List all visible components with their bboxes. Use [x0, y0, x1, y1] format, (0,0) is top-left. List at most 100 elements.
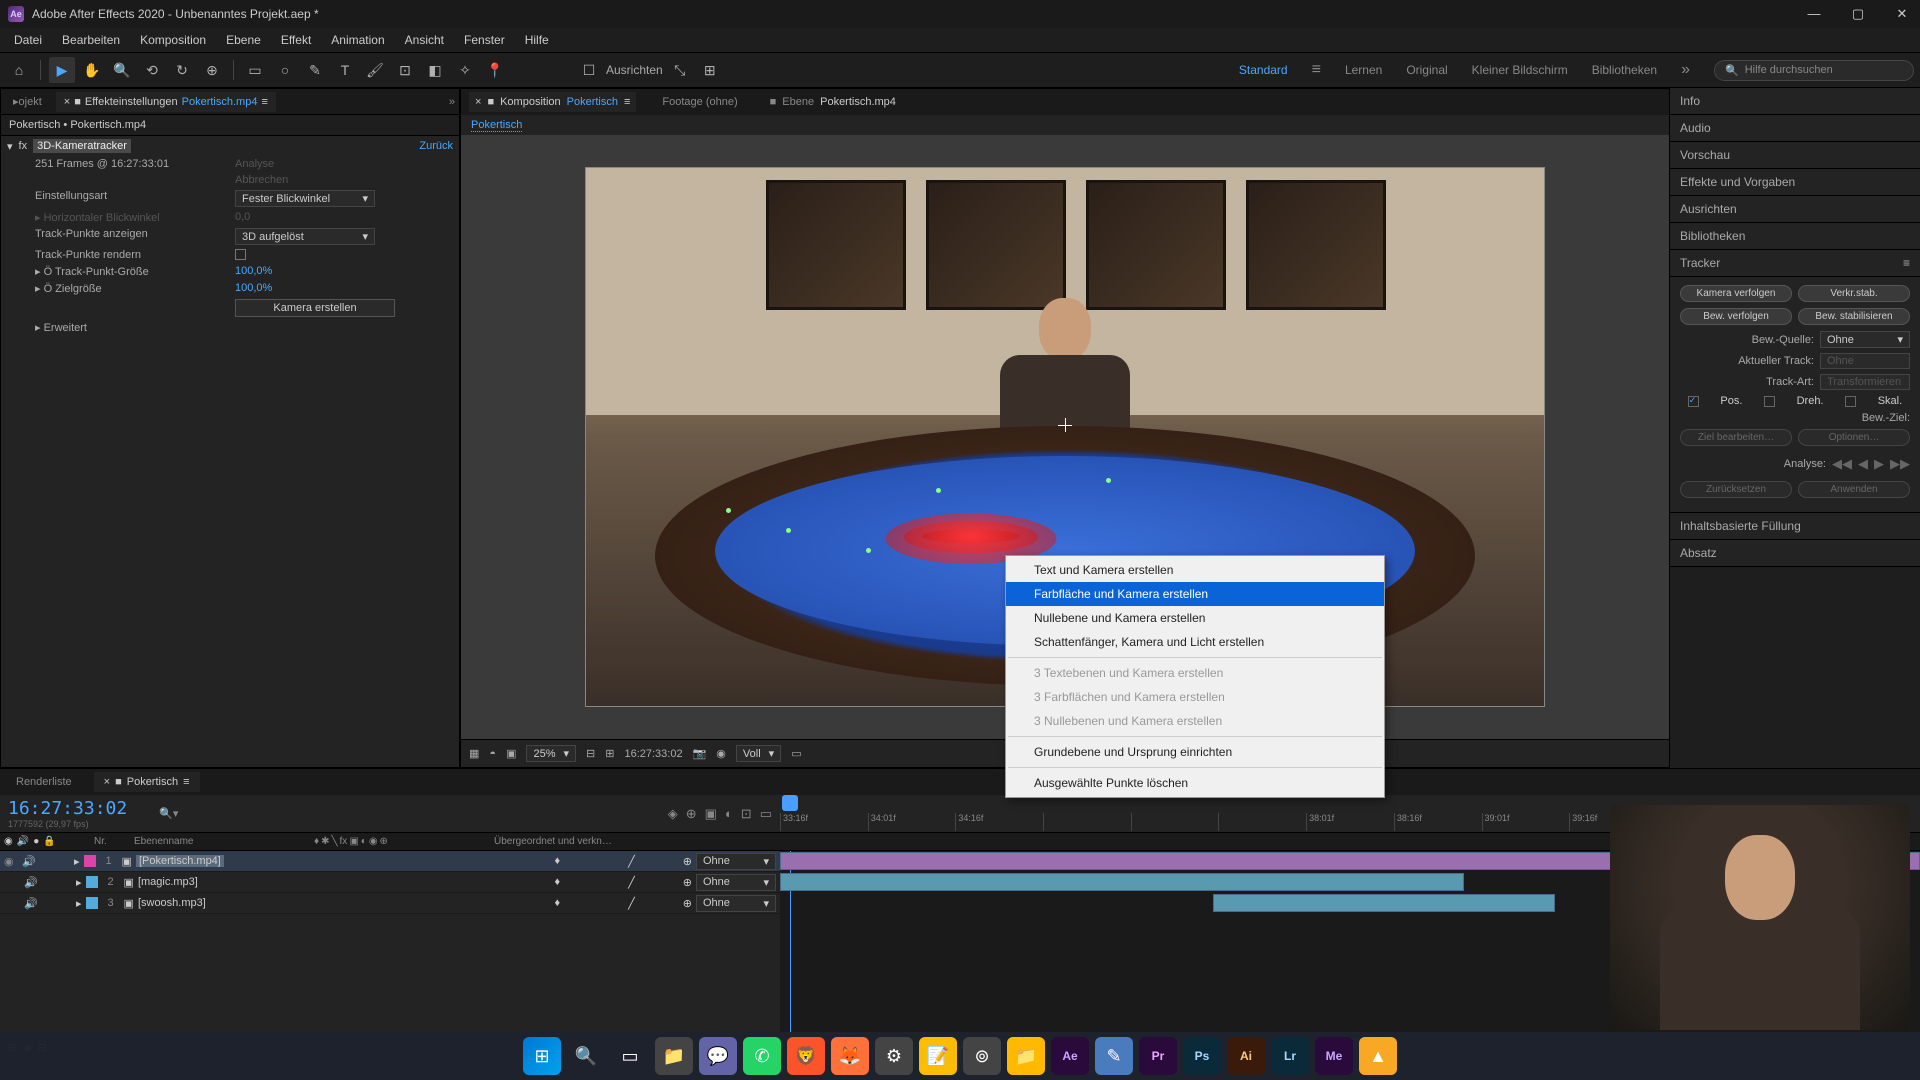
obs-taskbar[interactable]: ⊚ [963, 1037, 1001, 1075]
start-button[interactable]: ⊞ [523, 1037, 561, 1075]
trackpunkte-rendern-checkbox[interactable] [235, 249, 246, 260]
cm-farbflaeche-kamera[interactable]: Farbfläche und Kamera erstellen [1006, 582, 1384, 606]
app-taskbar-1[interactable]: ⚙ [875, 1037, 913, 1075]
brush-tool[interactable]: 🖌 [362, 57, 388, 83]
zoom-tool[interactable]: 🔍 [109, 57, 135, 83]
renderliste-tab[interactable]: Renderliste [6, 772, 82, 792]
audio-panel[interactable]: Audio [1670, 115, 1920, 142]
effect-controls-tab[interactable]: × ■ Effekteinstellungen Pokertisch.mp4 ≡ [56, 92, 276, 112]
timeline-timecode[interactable]: 16:27:33:02 [8, 798, 127, 819]
close-icon[interactable]: × [64, 96, 70, 108]
menu-ebene[interactable]: Ebene [216, 30, 271, 50]
minimize-button[interactable]: — [1804, 6, 1824, 22]
menu-animation[interactable]: Animation [321, 30, 394, 50]
einstellungsart-dropdown[interactable]: Fester Blickwinkel▾ [235, 190, 375, 207]
menu-ansicht[interactable]: Ansicht [395, 30, 454, 50]
tl-icon-3[interactable]: ▣ [705, 806, 717, 822]
ausrichten-panel[interactable]: Ausrichten [1670, 196, 1920, 223]
ae-taskbar[interactable]: Ae [1051, 1037, 1089, 1075]
layer-row-2[interactable]: 🔊 ▸ 2 ▣[magic.mp3] ♦╱ ⊕ Ohne▾ [0, 872, 780, 893]
timeline-comp-tab[interactable]: ×■Pokertisch≡ [94, 772, 200, 792]
puppet-tool[interactable]: 📍 [482, 57, 508, 83]
workspace-original[interactable]: Original [1406, 63, 1447, 77]
playhead-icon[interactable] [782, 795, 798, 811]
menu-hilfe[interactable]: Hilfe [515, 30, 559, 50]
fx-icon[interactable]: fx [19, 140, 28, 152]
layer-row-3[interactable]: 🔊 ▸ 3 ▣[swoosh.mp3] ♦╱ ⊕ Ohne▾ [0, 893, 780, 914]
menu-effekt[interactable]: Effekt [271, 30, 321, 50]
comp-tab-ebene[interactable]: ■Ebene Pokertisch.mp4 [764, 92, 902, 112]
rotate-tool[interactable]: ↻ [169, 57, 195, 83]
cm-grundebene[interactable]: Grundebene und Ursprung einrichten [1006, 740, 1384, 764]
hand-tool[interactable]: ✋ [79, 57, 105, 83]
expand-icon[interactable]: ▾ [7, 140, 13, 153]
parent-dropdown-3[interactable]: Ohne▾ [696, 895, 776, 912]
snap-opt2[interactable]: ⊞ [697, 57, 723, 83]
dreh-checkbox[interactable] [1764, 396, 1775, 407]
tl-icon-5[interactable]: ⊡ [741, 806, 752, 822]
guides-icon[interactable]: ⊞ [605, 747, 614, 760]
anchor-tool[interactable]: ⊕ [199, 57, 225, 83]
workspace-kleiner[interactable]: Kleiner Bildschirm [1472, 63, 1568, 77]
audio-icon[interactable]: 🔊 [24, 897, 38, 910]
resolution-dropdown[interactable]: Voll▾ [736, 745, 781, 762]
timecode-display[interactable]: 16:27:33:02 [624, 748, 682, 760]
anchor-point-icon[interactable] [1058, 418, 1072, 432]
pen-tool[interactable]: ✎ [302, 57, 328, 83]
effekte-panel[interactable]: Effekte und Vorgaben [1670, 169, 1920, 196]
workspace-bibliotheken[interactable]: Bibliotheken [1592, 63, 1657, 77]
tl-icon-1[interactable]: ◈ [668, 806, 678, 822]
home-tool[interactable]: ⌂ [6, 57, 32, 83]
erweitert-label[interactable]: ▸ Erweitert [35, 321, 235, 334]
bew-quelle-dropdown[interactable]: Ohne▾ [1820, 331, 1910, 348]
chat-taskbar[interactable]: 💬 [699, 1037, 737, 1075]
cm-text-kamera[interactable]: Text und Kamera erstellen [1006, 558, 1384, 582]
tl-icon-4[interactable]: ◐ [725, 806, 733, 822]
zoom-dropdown[interactable]: 25%▾ [526, 745, 576, 762]
explorer-taskbar[interactable]: 📁 [655, 1037, 693, 1075]
app-taskbar-3[interactable]: ✎ [1095, 1037, 1133, 1075]
ai-taskbar[interactable]: Ai [1227, 1037, 1265, 1075]
stamp-tool[interactable]: ⊡ [392, 57, 418, 83]
rect-tool[interactable]: ▭ [242, 57, 268, 83]
help-search[interactable]: 🔍 Hilfe durchsuchen [1714, 60, 1914, 81]
mask-icon[interactable]: ◓ [489, 748, 496, 760]
workspace-overflow-icon[interactable]: » [1681, 61, 1690, 79]
app-taskbar-4[interactable]: ▲ [1359, 1037, 1397, 1075]
eraser-tool[interactable]: ◧ [422, 57, 448, 83]
comp-tab-komposition[interactable]: ×■ Komposition Pokertisch≡ [469, 92, 636, 112]
project-tab[interactable]: ▸ojekt [5, 91, 50, 112]
selection-tool[interactable]: ▶ [49, 57, 75, 83]
layer-row-1[interactable]: ◉🔊 ▸ 1 ▣[Pokertisch.mp4] ♦╱ ⊕ Ohne▾ [0, 851, 780, 872]
me-taskbar[interactable]: Me [1315, 1037, 1353, 1075]
maximize-button[interactable]: ▢ [1848, 6, 1868, 22]
trackpunkte-anzeigen-dropdown[interactable]: 3D aufgelöst▾ [235, 228, 375, 245]
audio-icon[interactable]: 🔊 [24, 876, 38, 889]
ps-taskbar[interactable]: Ps [1183, 1037, 1221, 1075]
grid-icon[interactable]: ▦ [469, 747, 479, 760]
snapshot-icon[interactable]: 📷 [693, 747, 707, 760]
bew-verfolgen-button[interactable]: Bew. verfolgen [1680, 308, 1792, 325]
alpha-icon[interactable]: ▣ [506, 747, 516, 760]
verkr-stab-button[interactable]: Verkr.stab. [1798, 285, 1910, 302]
menu-komposition[interactable]: Komposition [130, 30, 216, 50]
pos-checkbox[interactable] [1688, 396, 1699, 407]
visibility-icon[interactable]: ◉ [4, 855, 18, 868]
close-button[interactable]: ✕ [1892, 6, 1912, 22]
text-tool[interactable]: T [332, 57, 358, 83]
reset-link[interactable]: Zurück [419, 140, 453, 152]
cm-nullebene-kamera[interactable]: Nullebene und Kamera erstellen [1006, 606, 1384, 630]
search-taskbar[interactable]: 🔍 [567, 1037, 605, 1075]
res-icon[interactable]: ⊟ [586, 747, 595, 760]
taskview-button[interactable]: ▭ [611, 1037, 649, 1075]
workspace-lernen[interactable]: Lernen [1345, 63, 1382, 77]
app-taskbar-2[interactable]: 📝 [919, 1037, 957, 1075]
bew-stabilisieren-button[interactable]: Bew. stabilisieren [1798, 308, 1910, 325]
pr-taskbar[interactable]: Pr [1139, 1037, 1177, 1075]
channel-icon[interactable]: ◉ [716, 747, 726, 760]
tl-icon-6[interactable]: ▭ [760, 806, 772, 822]
zielgroesse-val[interactable]: 100,0% [235, 282, 272, 295]
cm-schattenfaenger[interactable]: Schattenfänger, Kamera und Licht erstell… [1006, 630, 1384, 654]
snap-toggle[interactable]: ☐ [576, 57, 602, 83]
vorschau-panel[interactable]: Vorschau [1670, 142, 1920, 169]
